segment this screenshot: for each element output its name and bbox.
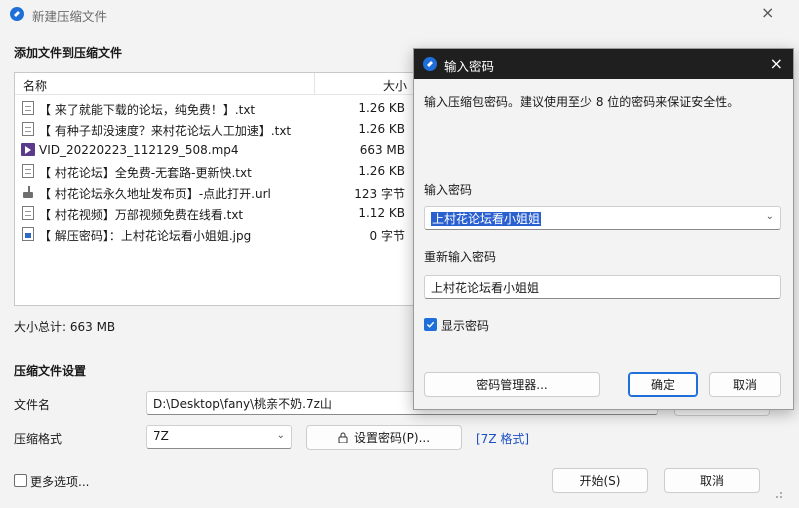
file-list-header: 名称 大小: [15, 73, 413, 95]
file-name: 【 来了就能下载的论坛，纯免费！】.txt: [39, 103, 256, 117]
file-size: 1.12 KB: [358, 206, 405, 220]
more-options-label[interactable]: 更多选项...: [30, 473, 89, 490]
set-password-button[interactable]: 设置密码(P)...: [306, 425, 462, 450]
text-file-icon: [22, 164, 34, 178]
confirm-password-label: 重新输入密码: [424, 250, 497, 264]
filename-label: 文件名: [14, 398, 51, 412]
app-logo-icon: [10, 7, 24, 21]
file-name: 【 村花视频】万部视频免费在线看.txt: [39, 208, 244, 222]
password-input-value: 上村花论坛看小姐姐: [431, 212, 542, 226]
show-password-checkbox[interactable]: [424, 318, 437, 331]
file-size: 1.26 KB: [358, 101, 405, 115]
show-password-label[interactable]: 显示密码: [441, 317, 489, 334]
close-icon[interactable]: ×: [761, 5, 774, 21]
close-icon[interactable]: ×: [770, 54, 783, 73]
password-dialog: 输入密码 × 输入压缩包密码。建议使用至少 8 位的密码来保证安全性。 输入密码…: [413, 48, 794, 410]
text-file-icon: [22, 206, 34, 220]
list-item[interactable]: 【 来了就能下载的论坛，纯免费！】.txt 1.26 KB: [15, 98, 413, 118]
checkmark-icon: [426, 321, 435, 328]
lock-icon: [338, 432, 348, 444]
window-title: 新建压缩文件: [32, 9, 108, 24]
column-header-size[interactable]: 大小: [383, 77, 407, 94]
file-list[interactable]: 名称 大小 【 来了就能下载的论坛，纯免费！】.txt 1.26 KB 【 有种…: [14, 72, 414, 306]
column-header-name[interactable]: 名称: [23, 77, 47, 94]
format-select[interactable]: 7Z ⌄: [146, 425, 292, 449]
text-file-icon: [22, 101, 34, 115]
file-size: 0 字节: [369, 229, 405, 243]
chevron-down-icon: ⌄: [276, 430, 285, 441]
file-size: 123 字节: [354, 187, 405, 201]
list-item[interactable]: 【 有种子却没速度？来村花论坛人工加速】.txt 1.26 KB: [15, 119, 413, 139]
file-name: 【 村花论坛永久地址发布页】-点此打开.url: [39, 187, 271, 201]
chevron-down-icon[interactable]: ⌄: [766, 211, 774, 222]
format-select-value: 7Z: [153, 429, 169, 443]
text-file-icon: [22, 122, 34, 136]
start-button[interactable]: 开始(S): [552, 468, 648, 493]
set-password-label: 设置密码(P)...: [353, 431, 431, 445]
window-titlebar: 新建压缩文件 ×: [0, 0, 799, 28]
list-item[interactable]: 【 村花论坛】全免费-无套路-更新快.txt 1.26 KB: [15, 161, 413, 181]
format-info-link[interactable]: [7Z 格式]: [476, 430, 529, 447]
file-name: 【 有种子却没速度？来村花论坛人工加速】.txt: [39, 124, 292, 138]
settings-section-title: 压缩文件设置: [14, 364, 87, 378]
cancel-button[interactable]: 取消: [664, 468, 760, 493]
column-divider[interactable]: [314, 73, 315, 95]
password-label: 输入密码: [424, 183, 473, 197]
file-name: 【 解压密码】：上村花论坛看小姐姐.jpg: [39, 229, 252, 243]
dialog-titlebar: 输入密码 ×: [414, 49, 793, 79]
list-item[interactable]: VID_20220223_112129_508.mp4 663 MB: [15, 140, 413, 160]
files-section-title: 添加文件到压缩文件: [14, 46, 123, 60]
ok-button[interactable]: 确定: [628, 372, 698, 397]
image-file-icon: [22, 227, 34, 241]
app-logo-icon: [423, 57, 437, 71]
video-file-icon: [21, 143, 35, 156]
file-size: 1.26 KB: [358, 164, 405, 178]
dialog-title: 输入密码: [444, 59, 495, 74]
url-shortcut-icon: [22, 185, 34, 199]
password-manager-button[interactable]: 密码管理器...: [424, 372, 600, 397]
list-item[interactable]: 【 村花论坛永久地址发布页】-点此打开.url 123 字节: [15, 182, 413, 202]
password-input[interactable]: 上村花论坛看小姐姐 ⌄: [424, 206, 781, 230]
file-size: 1.26 KB: [358, 122, 405, 136]
dialog-cancel-button[interactable]: 取消: [709, 372, 781, 397]
list-item[interactable]: 【 解压密码】：上村花论坛看小姐姐.jpg 0 字节: [15, 224, 413, 244]
dialog-description: 输入压缩包密码。建议使用至少 8 位的密码来保证安全性。: [424, 95, 740, 109]
confirm-password-input[interactable]: 上村花论坛看小姐姐: [424, 275, 781, 299]
file-size: 663 MB: [359, 143, 405, 157]
resize-grip-icon[interactable]: [773, 488, 783, 498]
format-label: 压缩格式: [14, 432, 63, 446]
file-name: 【 村花论坛】全免费-无套路-更新快.txt: [39, 166, 252, 180]
total-size: 大小总计: 663 MB: [14, 320, 116, 334]
more-options-checkbox[interactable]: [14, 474, 27, 487]
file-name: VID_20220223_112129_508.mp4: [39, 143, 239, 157]
list-item[interactable]: 【 村花视频】万部视频免费在线看.txt 1.12 KB: [15, 203, 413, 223]
